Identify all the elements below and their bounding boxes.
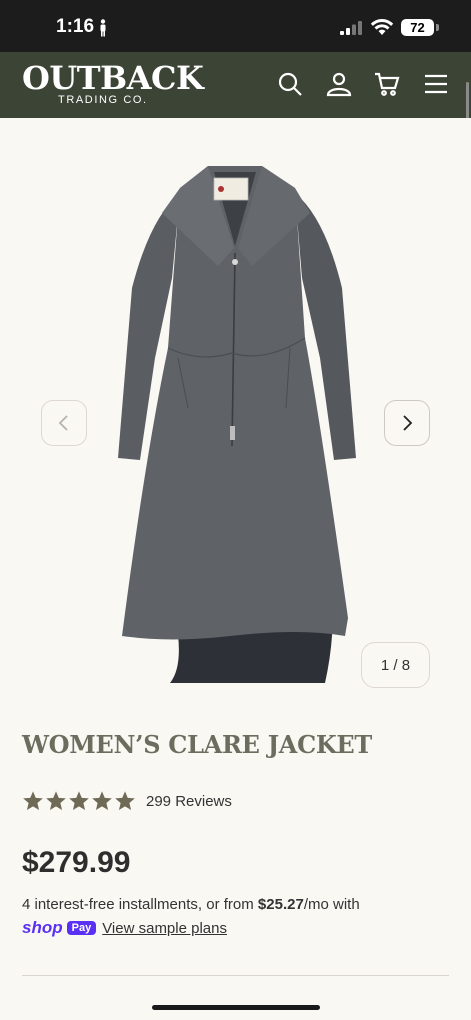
- product-rating[interactable]: 299 Reviews: [22, 790, 232, 812]
- home-indicator[interactable]: [152, 1005, 320, 1010]
- site-header: OUTBACK TRADING CO.: [0, 52, 471, 118]
- battery-cap: [436, 24, 439, 31]
- star-icon: [115, 791, 135, 810]
- star-rating: [22, 790, 136, 812]
- divider: [22, 975, 449, 976]
- signal-icon: [340, 21, 362, 35]
- view-sample-plans-link[interactable]: View sample plans: [102, 920, 227, 937]
- account-icon: [326, 72, 352, 97]
- search-icon: [278, 72, 302, 96]
- installments-amount: $25.27: [257, 896, 304, 913]
- status-bar: 1:16 72: [0, 0, 471, 52]
- shop-pay-badge: Pay: [66, 921, 97, 935]
- next-image-button[interactable]: [384, 400, 430, 446]
- status-time: 1:16: [56, 16, 95, 37]
- wifi-icon: [370, 19, 394, 35]
- installments-text: 4 interest-free installments, or from $2…: [22, 896, 360, 913]
- menu-button[interactable]: [422, 70, 450, 98]
- account-button[interactable]: [325, 70, 353, 98]
- shop-pay-row: shop Pay View sample plans: [22, 918, 227, 938]
- cart-button[interactable]: [373, 70, 401, 98]
- logo-subtitle: TRADING CO.: [58, 94, 148, 106]
- star-icon: [69, 791, 89, 810]
- shop-pay-logo: shop: [22, 918, 63, 937]
- product-image: [118, 166, 356, 683]
- menu-icon: [425, 74, 447, 94]
- chevron-right-icon: [403, 415, 413, 431]
- installments-prefix: 4 interest-free installments, or from: [22, 896, 258, 913]
- product-price: $279.99: [22, 846, 131, 879]
- review-count-link[interactable]: 299 Reviews: [146, 793, 232, 810]
- person-icon: [100, 19, 106, 37]
- cart-icon: [375, 72, 400, 96]
- previous-image-button[interactable]: [41, 400, 87, 446]
- search-button[interactable]: [276, 70, 304, 98]
- star-icon: [92, 791, 112, 810]
- star-icon: [46, 791, 66, 810]
- image-counter: 1 / 8: [361, 642, 430, 688]
- product-gallery: 1 / 8: [0, 118, 471, 700]
- battery-indicator: 72: [401, 19, 434, 36]
- star-icon: [23, 791, 43, 810]
- product-title: WOMEN’S CLARE JACKET: [22, 730, 372, 759]
- logo[interactable]: OUTBACK: [22, 60, 204, 96]
- installments-suffix: /mo with: [303, 896, 360, 913]
- chevron-left-icon: [58, 415, 68, 431]
